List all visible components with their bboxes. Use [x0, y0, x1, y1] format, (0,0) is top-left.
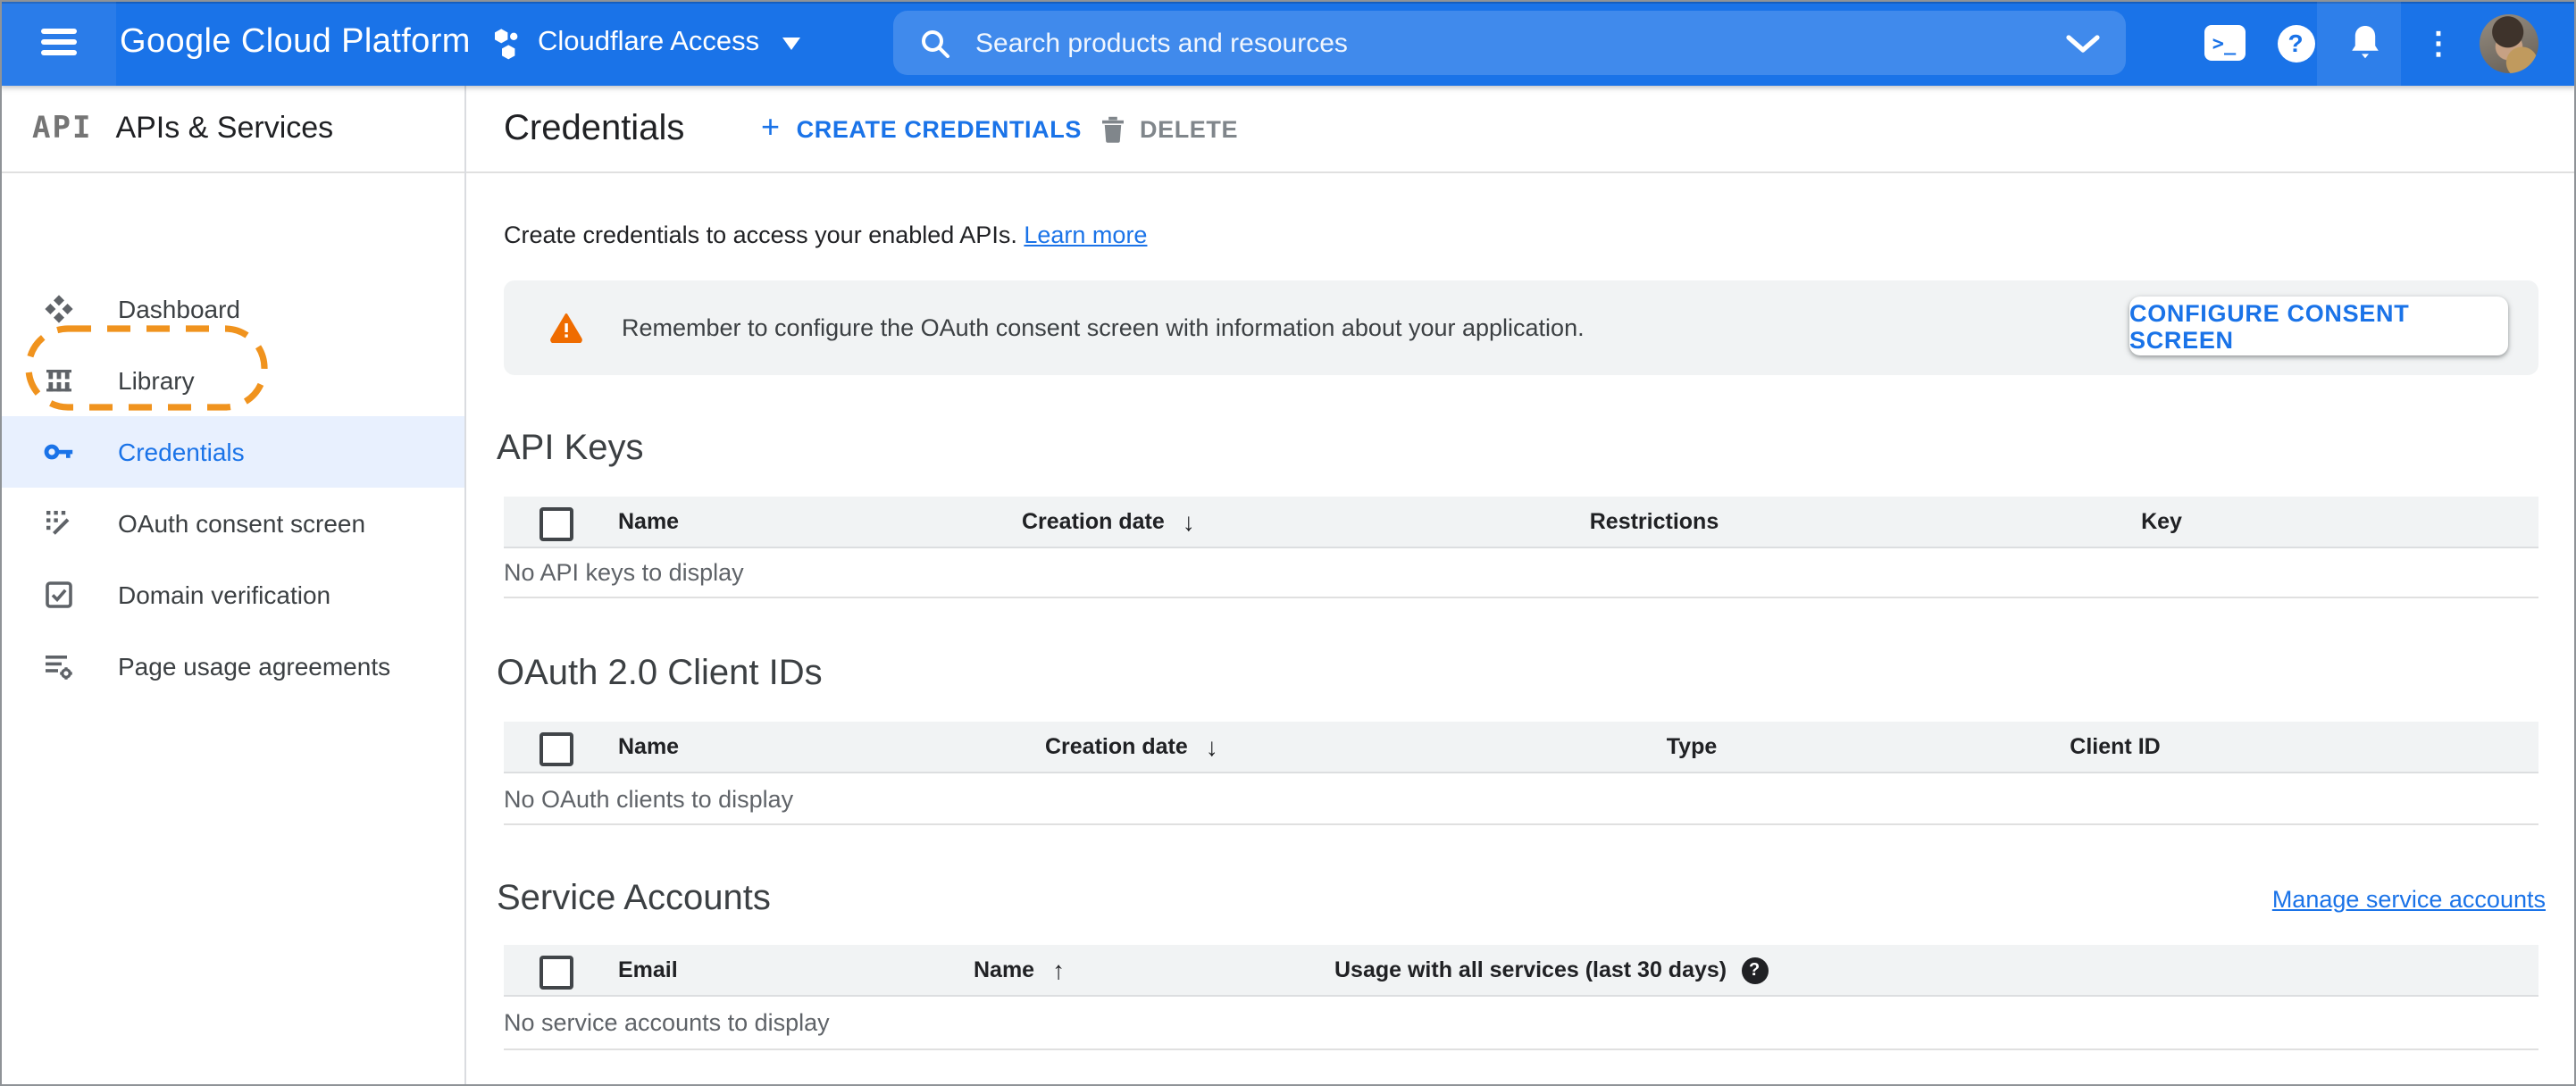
library-icon [46, 370, 71, 392]
domain-verification-icon [46, 581, 72, 608]
sidebar-item-dashboard[interactable]: Dashboard [0, 273, 464, 345]
sidebar-item-label: Dashboard [118, 295, 240, 323]
column-header-client-id[interactable]: Client ID [2070, 722, 2160, 772]
column-header-key[interactable]: Key [2141, 497, 2182, 547]
help-button[interactable]: ? [2260, 0, 2331, 86]
column-header-usage[interactable]: Usage with all services (last 30 days) ? [1334, 945, 1769, 995]
more-options-button[interactable]: ⋮ [2403, 0, 2474, 86]
column-header-creation-date[interactable]: Creation date ↓ [1045, 722, 1218, 772]
sidebar-item-domain-verification[interactable]: Domain verification [0, 559, 464, 631]
api-keys-empty-row: No API keys to display [504, 559, 744, 586]
divider [504, 597, 2538, 598]
sidebar: API APIs & Services Dashboard Library Cr… [0, 86, 466, 1086]
divider [504, 1048, 2538, 1050]
section-title-service-accounts: Service Accounts [497, 879, 771, 918]
select-all-checkbox[interactable] [539, 732, 573, 766]
column-header-restrictions[interactable]: Restrictions [1590, 497, 1719, 547]
oauth-clients-table-header: Name Creation date ↓ Type Client ID [504, 722, 2538, 773]
create-credentials-button[interactable]: + CREATE CREDENTIALS [761, 86, 1082, 171]
select-all-checkbox[interactable] [539, 956, 573, 990]
learn-more-link[interactable]: Learn more [1024, 221, 1147, 248]
page-title: Credentials [504, 109, 685, 148]
bell-icon [2352, 26, 2379, 59]
consent-warning-banner: Remember to configure the OAuth consent … [504, 280, 2538, 375]
divider [504, 823, 2538, 825]
sort-desc-icon: ↓ [1205, 732, 1218, 761]
oauth-clients-empty-row: No OAuth clients to display [504, 786, 794, 813]
column-header-email[interactable]: Email [618, 945, 678, 995]
column-header-type[interactable]: Type [1667, 722, 1718, 772]
app-bar: Google Cloud Platform Cloudflare Access … [0, 0, 2576, 86]
sort-asc-icon: ↑ [1052, 956, 1066, 984]
sidebar-item-label: Library [118, 366, 195, 395]
screenshot-root: Google Cloud Platform Cloudflare Access … [0, 0, 2576, 1086]
project-selector[interactable]: Cloudflare Access [493, 0, 801, 86]
sidebar-item-label: Domain verification [118, 581, 331, 609]
search-bar[interactable] [893, 11, 2126, 75]
section-title-oauth-clients: OAuth 2.0 Client IDs [497, 654, 823, 693]
main-content: Credentials + CREATE CREDENTIALS DELETE … [466, 86, 2576, 1086]
project-caret-down-icon [782, 37, 801, 49]
oauth-consent-icon [46, 511, 70, 535]
dashboard-icon [45, 295, 73, 323]
help-icon: ? [2277, 24, 2314, 62]
cloud-shell-button[interactable]: >_ [2188, 0, 2260, 86]
sidebar-item-label: Credentials [118, 438, 245, 466]
gcp-console: Google Cloud Platform Cloudflare Access … [0, 0, 2576, 1086]
intro-text: Create credentials to access your enable… [504, 221, 1148, 248]
key-icon [44, 444, 73, 460]
select-all-checkbox[interactable] [539, 507, 573, 541]
column-header-name[interactable]: Name [618, 497, 679, 547]
search-chevron-down-icon[interactable] [2065, 33, 2101, 53]
plus-icon: + [761, 108, 781, 144]
sidebar-header: API APIs & Services [0, 86, 464, 173]
sidebar-item-credentials[interactable]: Credentials [0, 416, 464, 488]
trash-icon [1102, 116, 1124, 143]
api-keys-table-header: Name Creation date ↓ Restrictions Key [504, 497, 2538, 548]
column-header-name[interactable]: Name ↑ [974, 945, 1065, 995]
sort-desc-icon: ↓ [1182, 507, 1195, 536]
more-options-icon: ⋮ [2423, 26, 2454, 60]
project-hexagon-icon [495, 29, 518, 60]
delete-button[interactable]: DELETE [1100, 86, 1238, 171]
configure-consent-screen-button[interactable]: CONFIGURE CONSENT SCREEN [2129, 297, 2508, 355]
search-icon [922, 29, 949, 57]
api-product-logo: API [32, 111, 93, 146]
manage-service-accounts-link[interactable]: Manage service accounts [2272, 886, 2546, 913]
sidebar-item-oauth-consent-screen[interactable]: OAuth consent screen [0, 488, 464, 559]
gcp-logo[interactable]: Google Cloud Platform [120, 0, 471, 86]
warning-icon [550, 313, 582, 343]
page-toolbar: Credentials + CREATE CREDENTIALS DELETE [466, 86, 2576, 173]
project-name: Cloudflare Access [538, 27, 760, 57]
usage-help-icon[interactable]: ? [1741, 957, 1769, 983]
sidebar-item-label: OAuth consent screen [118, 509, 366, 538]
page-usage-agreements-icon [46, 656, 72, 680]
account-avatar[interactable] [2480, 14, 2538, 73]
sidebar-title: APIs & Services [115, 111, 334, 145]
hamburger-menu-icon[interactable] [41, 23, 80, 63]
banner-message: Remember to configure the OAuth consent … [622, 314, 1585, 341]
notifications-button[interactable] [2329, 0, 2401, 86]
service-accounts-table-header: Email Name ↑ Usage with all services (la… [504, 945, 2538, 997]
service-accounts-empty-row: No service accounts to display [504, 1009, 830, 1036]
cloud-shell-icon: >_ [2204, 25, 2245, 61]
sidebar-item-label: Page usage agreements [118, 652, 391, 681]
sidebar-item-library[interactable]: Library [0, 345, 464, 416]
column-header-creation-date[interactable]: Creation date ↓ [1022, 497, 1195, 547]
column-header-name[interactable]: Name [618, 722, 679, 772]
section-title-api-keys: API Keys [497, 429, 644, 468]
search-input[interactable] [950, 28, 2065, 58]
sidebar-item-page-usage-agreements[interactable]: Page usage agreements [0, 631, 464, 702]
